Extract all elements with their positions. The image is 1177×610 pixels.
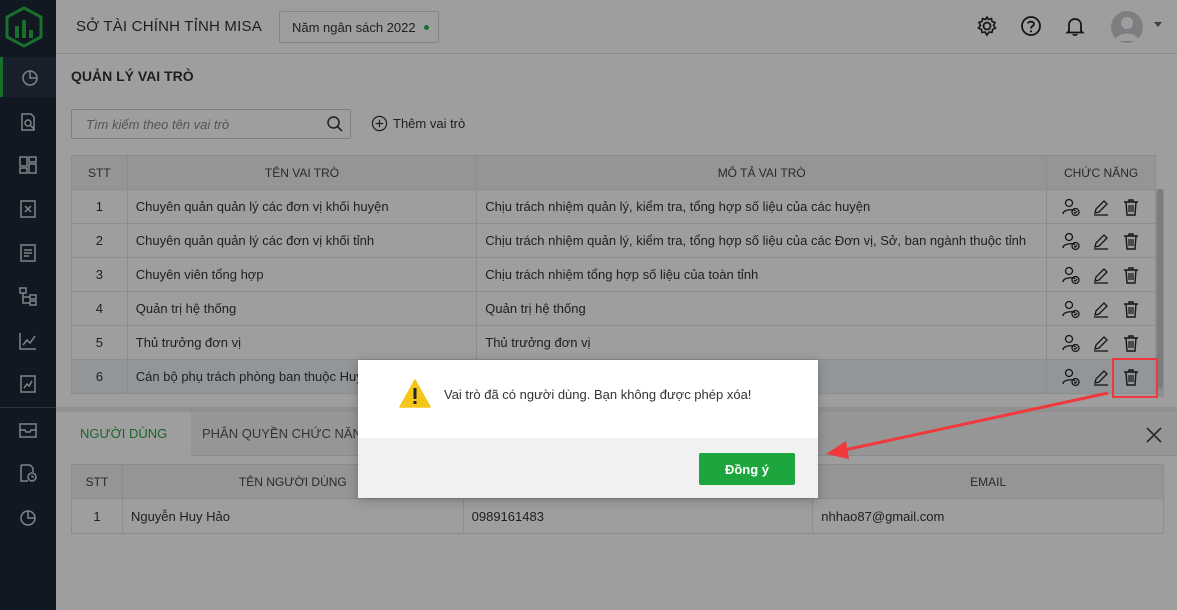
modal-overlay[interactable] [0, 0, 1177, 610]
warning-icon [399, 379, 431, 408]
dialog-footer: Đồng ý [358, 438, 818, 498]
confirm-button[interactable]: Đồng ý [699, 453, 795, 485]
dialog-message: Vai trò đã có người dùng. Bạn không được… [444, 387, 752, 402]
annotation-highlight-box [1112, 358, 1158, 398]
dialog-body: Vai trò đã có người dùng. Bạn không được… [358, 360, 818, 438]
warning-dialog: Vai trò đã có người dùng. Bạn không được… [358, 360, 818, 498]
